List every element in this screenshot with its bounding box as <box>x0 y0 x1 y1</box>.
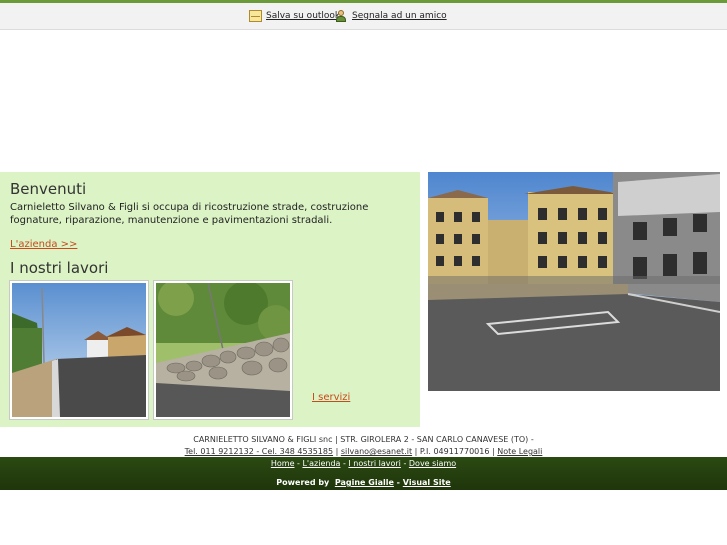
tell-friend-label: Segnala ad un amico <box>352 11 447 21</box>
visual-site-link[interactable]: Visual Site <box>403 478 451 487</box>
building-photo <box>428 172 720 391</box>
footer-nav-lavori[interactable]: I nostri lavori <box>348 459 401 468</box>
footer-bar: Home - L'azienda - I nostri lavori - Dov… <box>0 457 727 490</box>
vat-number: | P.I. 04911770016 | <box>412 447 498 456</box>
powered-prefix: Powered by <box>276 478 330 487</box>
intro-text: Carnieletto Silvano & Figli si occupa di… <box>10 202 369 226</box>
company-line: CARNIELETTO SILVANO & FIGLI snc | STR. G… <box>193 435 534 444</box>
footer-nav-home[interactable]: Home <box>271 459 295 468</box>
footer-nav: Home - L'azienda - I nostri lavori - Dov… <box>270 459 457 468</box>
footer-separator: | <box>333 447 341 456</box>
work-thumbnail-wall[interactable] <box>153 280 293 420</box>
footer-nav-dove-siamo[interactable]: Dove siamo <box>409 459 456 468</box>
welcome-panel: Benvenuti Carnieletto Silvano & Figli si… <box>0 172 420 427</box>
powered-by: Powered by Pagine Gialle - Visual Site <box>276 478 451 487</box>
phone-link[interactable]: Tel. 011 9212132 - Cel. 348 4535185 <box>185 447 333 456</box>
works-title: I nostri lavori <box>10 259 109 277</box>
azienda-link[interactable]: L'azienda >> <box>10 239 77 250</box>
save-outlook-link[interactable]: Salva su outlook <box>249 10 340 22</box>
save-outlook-label: Salva su outlook <box>266 11 341 21</box>
servizi-link[interactable]: I servizi <box>312 392 350 403</box>
footer-nav-azienda[interactable]: L'azienda <box>302 459 340 468</box>
outlook-card-icon <box>249 10 262 22</box>
legal-notes-link[interactable]: Note Legali <box>497 447 542 456</box>
footer-address: CARNIELETTO SILVANO & FIGLI snc | STR. G… <box>0 434 727 458</box>
tell-friend-link[interactable]: Segnala ad un amico <box>335 10 447 22</box>
toolbar: Salva su outlook Segnala ad un amico <box>0 3 727 30</box>
pagine-gialle-link[interactable]: Pagine Gialle <box>335 478 394 487</box>
welcome-title: Benvenuti <box>10 180 87 198</box>
person-icon <box>335 10 348 22</box>
email-link[interactable]: silvano@esanet.it <box>341 447 412 456</box>
work-thumbnail-road[interactable] <box>9 280 149 420</box>
